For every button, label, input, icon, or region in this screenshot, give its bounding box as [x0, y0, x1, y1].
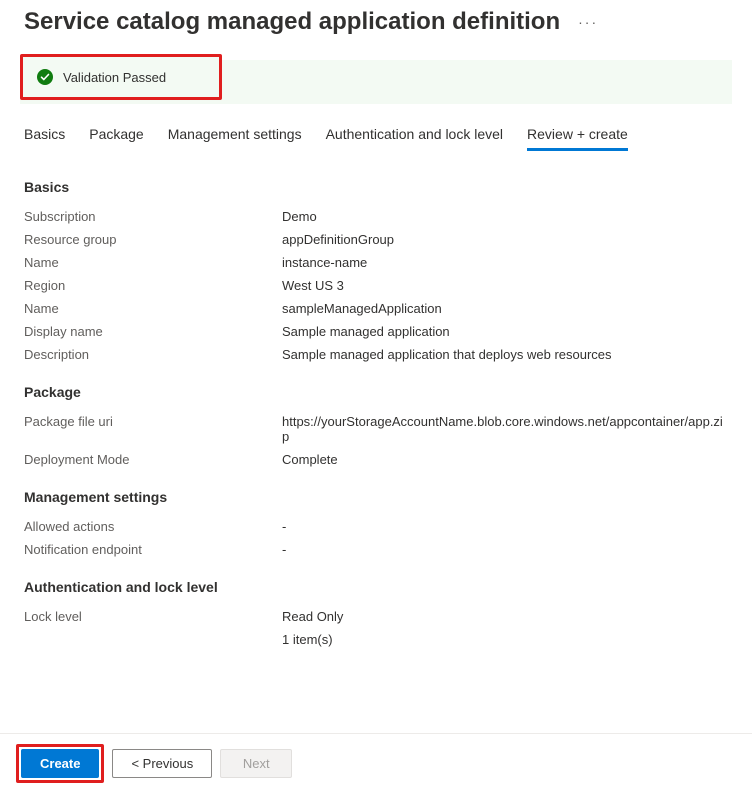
tab-basics[interactable]: Basics — [24, 126, 65, 151]
field-label: Allowed actions — [24, 519, 282, 534]
summary-row: NamesampleManagedApplication — [24, 297, 728, 320]
field-value: Read Only — [282, 609, 343, 624]
section-title-auth: Authentication and lock level — [24, 579, 728, 595]
field-label: Lock level — [24, 609, 282, 624]
field-value: Demo — [282, 209, 317, 224]
section-title-package: Package — [24, 384, 728, 400]
field-value: - — [282, 542, 286, 557]
field-label: Deployment Mode — [24, 452, 282, 467]
summary-row: Lock levelRead Only — [24, 605, 728, 628]
field-label: Display name — [24, 324, 282, 339]
section-title-management: Management settings — [24, 489, 728, 505]
summary-row: Package file urihttps://yourStorageAccou… — [24, 410, 728, 448]
next-button: Next — [220, 749, 292, 778]
field-value: 1 item(s) — [282, 632, 333, 647]
tab-package[interactable]: Package — [89, 126, 143, 151]
field-value: sampleManagedApplication — [282, 301, 442, 316]
create-button[interactable]: Create — [21, 749, 99, 778]
validation-text: Validation Passed — [63, 70, 166, 85]
summary-row: Notification endpoint- — [24, 538, 728, 561]
validation-banner: Validation Passed — [23, 57, 219, 97]
field-value: https://yourStorageAccountName.blob.core… — [282, 414, 728, 444]
field-value: appDefinitionGroup — [282, 232, 394, 247]
field-label: Description — [24, 347, 282, 362]
field-value: - — [282, 519, 286, 534]
field-value: Sample managed application — [282, 324, 450, 339]
field-value: Sample managed application that deploys … — [282, 347, 612, 362]
summary-row: Deployment ModeComplete — [24, 448, 728, 471]
tab-authentication[interactable]: Authentication and lock level — [326, 126, 503, 151]
tab-management-settings[interactable]: Management settings — [168, 126, 302, 151]
field-label: Region — [24, 278, 282, 293]
more-actions-icon[interactable]: ··· — [578, 14, 598, 30]
summary-row: Resource groupappDefinitionGroup — [24, 228, 728, 251]
page-title: Service catalog managed application defi… — [24, 8, 560, 36]
field-label — [24, 632, 282, 647]
summary-row: Allowed actions- — [24, 515, 728, 538]
field-label: Name — [24, 301, 282, 316]
field-label: Resource group — [24, 232, 282, 247]
field-value: West US 3 — [282, 278, 344, 293]
footer-actions: Create < Previous Next — [0, 733, 752, 793]
validation-highlight: Validation Passed — [20, 54, 222, 100]
summary-row: SubscriptionDemo — [24, 205, 728, 228]
field-label: Notification endpoint — [24, 542, 282, 557]
previous-button[interactable]: < Previous — [112, 749, 212, 778]
field-value: instance-name — [282, 255, 367, 270]
summary-row: DescriptionSample managed application th… — [24, 343, 728, 366]
section-title-basics: Basics — [24, 179, 728, 195]
tabs-nav: Basics Package Management settings Authe… — [0, 100, 752, 151]
field-label: Subscription — [24, 209, 282, 224]
field-label: Package file uri — [24, 414, 282, 444]
tab-review-create[interactable]: Review + create — [527, 126, 628, 151]
review-content: Basics SubscriptionDemo Resource groupap… — [0, 151, 752, 731]
summary-row: Display nameSample managed application — [24, 320, 728, 343]
field-value: Complete — [282, 452, 338, 467]
field-label: Name — [24, 255, 282, 270]
check-circle-icon — [37, 69, 53, 85]
summary-row: 1 item(s) — [24, 628, 728, 651]
page-header: Service catalog managed application defi… — [0, 0, 752, 36]
summary-row: Nameinstance-name — [24, 251, 728, 274]
summary-row: RegionWest US 3 — [24, 274, 728, 297]
create-button-highlight: Create — [16, 744, 104, 783]
